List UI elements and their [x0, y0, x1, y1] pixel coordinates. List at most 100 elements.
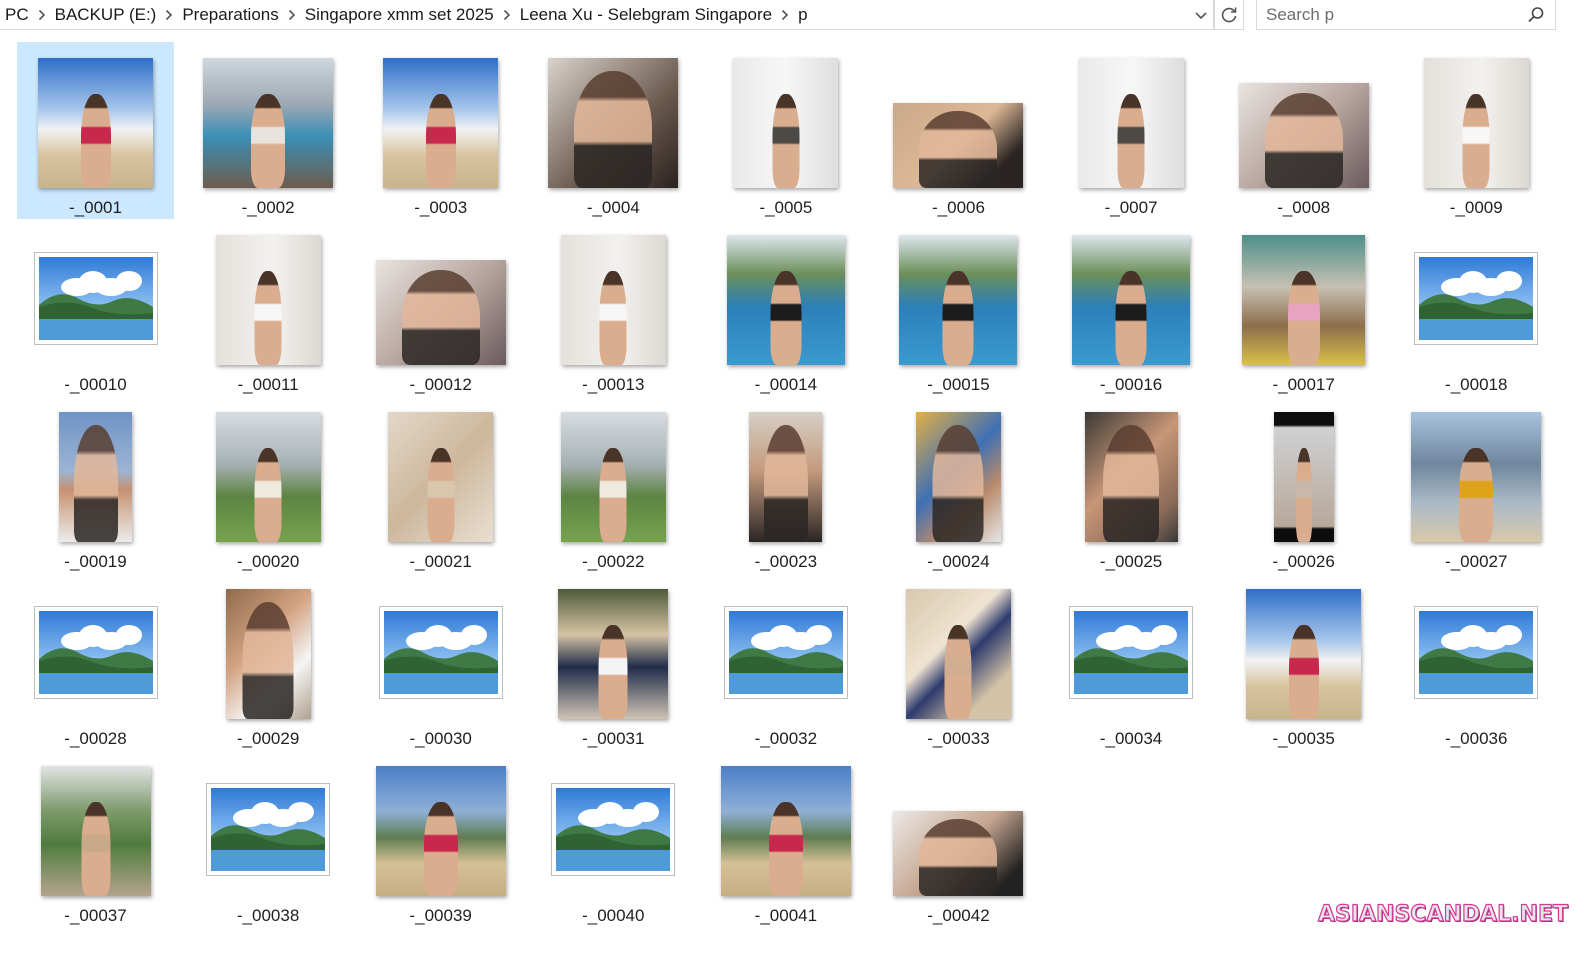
search-icon[interactable] [1527, 6, 1545, 24]
file-item[interactable]: -_00024 [880, 396, 1037, 573]
file-item[interactable]: -_00031 [535, 573, 692, 750]
file-name-label[interactable]: -_0006 [880, 198, 1037, 218]
file-item[interactable]: -_00021 [362, 396, 519, 573]
file-item[interactable]: -_0006 [880, 42, 1037, 219]
file-name-label[interactable]: -_00034 [1053, 729, 1210, 749]
file-item[interactable]: -_00041 [707, 750, 864, 927]
file-item[interactable]: -_00016 [1053, 219, 1210, 396]
file-name-label[interactable]: -_00040 [535, 906, 692, 926]
file-name-label[interactable]: -_0004 [535, 198, 692, 218]
address-bar[interactable]: PC BACKUP (E:) Preparations Singapore xmm s… [0, 0, 1214, 30]
file-name-label[interactable]: -_00011 [190, 375, 347, 395]
file-item[interactable]: -_00019 [17, 396, 174, 573]
file-item[interactable]: -_0002 [190, 42, 347, 219]
file-name-label[interactable]: -_00018 [1398, 375, 1555, 395]
file-name-label[interactable]: -_0001 [17, 198, 174, 218]
file-item[interactable]: -_00034 [1053, 573, 1210, 750]
breadcrumb-item[interactable]: p [790, 5, 815, 25]
file-item[interactable]: -_00018 [1398, 219, 1555, 396]
file-name-label[interactable]: -_00016 [1053, 375, 1210, 395]
file-name-label[interactable]: -_00013 [535, 375, 692, 395]
file-item[interactable]: -_00011 [190, 219, 347, 396]
file-name-label[interactable]: -_00024 [880, 552, 1037, 572]
chevron-right-icon[interactable] [287, 8, 297, 22]
file-item[interactable]: -_0005 [707, 42, 864, 219]
file-item[interactable]: -_0001 [17, 42, 174, 219]
file-name-label[interactable]: -_00015 [880, 375, 1037, 395]
file-name-label[interactable]: -_00030 [362, 729, 519, 749]
file-name-label[interactable]: -_00012 [362, 375, 519, 395]
file-item[interactable]: -_00025 [1053, 396, 1210, 573]
file-name-label[interactable]: -_00014 [707, 375, 864, 395]
file-name-label[interactable]: -_00029 [190, 729, 347, 749]
file-name-label[interactable]: -_00025 [1053, 552, 1210, 572]
breadcrumb-item[interactable]: Singapore xmm set 2025 [297, 5, 502, 25]
file-name-label[interactable]: -_00019 [17, 552, 174, 572]
file-name-label[interactable]: -_00039 [362, 906, 519, 926]
refresh-button[interactable] [1214, 0, 1244, 30]
file-item[interactable]: -_00023 [707, 396, 864, 573]
file-name-label[interactable]: -_00033 [880, 729, 1037, 749]
search-box[interactable] [1256, 0, 1556, 30]
file-name-label[interactable]: -_00037 [17, 906, 174, 926]
file-name-label[interactable]: -_00038 [190, 906, 347, 926]
file-name-label[interactable]: -_00036 [1398, 729, 1555, 749]
file-item[interactable]: -_00026 [1225, 396, 1382, 573]
file-name-label[interactable]: -_00032 [707, 729, 864, 749]
file-name-label[interactable]: -_00031 [535, 729, 692, 749]
file-item[interactable]: -_00036 [1398, 573, 1555, 750]
file-item[interactable]: -_00032 [707, 573, 864, 750]
chevron-down-icon[interactable] [1193, 7, 1209, 23]
file-item[interactable]: -_0008 [1225, 42, 1382, 219]
file-item[interactable]: -_00037 [17, 750, 174, 927]
chevron-right-icon[interactable] [502, 8, 512, 22]
file-name-label[interactable]: -_00020 [190, 552, 347, 572]
file-name-label[interactable]: -_0003 [362, 198, 519, 218]
file-item[interactable]: -_00027 [1398, 396, 1555, 573]
file-item[interactable]: -_00015 [880, 219, 1037, 396]
chevron-right-icon[interactable] [780, 8, 790, 22]
file-item[interactable]: -_00028 [17, 573, 174, 750]
file-item[interactable]: -_0003 [362, 42, 519, 219]
file-name-label[interactable]: -_0008 [1225, 198, 1382, 218]
file-item[interactable]: -_0004 [535, 42, 692, 219]
file-name-label[interactable]: -_00027 [1398, 552, 1555, 572]
file-item[interactable]: -_00035 [1225, 573, 1382, 750]
search-input[interactable] [1257, 3, 1518, 26]
file-name-label[interactable]: -_00023 [707, 552, 864, 572]
file-item[interactable]: -_00014 [707, 219, 864, 396]
file-item[interactable]: -_0007 [1053, 42, 1210, 219]
file-name-label[interactable]: -_0005 [707, 198, 864, 218]
file-name-label[interactable]: -_00010 [17, 375, 174, 395]
chevron-right-icon[interactable] [37, 8, 47, 22]
file-name-label[interactable]: -_0002 [190, 198, 347, 218]
chevron-right-icon[interactable] [164, 8, 174, 22]
file-item[interactable]: -_00012 [362, 219, 519, 396]
file-item[interactable]: -_00033 [880, 573, 1037, 750]
file-name-label[interactable]: -_00028 [17, 729, 174, 749]
file-item[interactable]: -_00038 [190, 750, 347, 927]
file-item[interactable]: -_0009 [1398, 42, 1555, 219]
file-name-label[interactable]: -_00035 [1225, 729, 1382, 749]
file-item[interactable]: -_00029 [190, 573, 347, 750]
file-name-label[interactable]: -_0009 [1398, 198, 1555, 218]
file-name-label[interactable]: -_00021 [362, 552, 519, 572]
breadcrumb-item[interactable]: Leena Xu - Selebgram Singapore [512, 5, 780, 25]
file-name-label[interactable]: -_00041 [707, 906, 864, 926]
file-item[interactable]: -_00042 [880, 750, 1037, 927]
file-item[interactable]: -_00013 [535, 219, 692, 396]
breadcrumb-item[interactable]: PC [0, 5, 37, 25]
file-item[interactable]: -_00030 [362, 573, 519, 750]
file-item[interactable]: -_00017 [1225, 219, 1382, 396]
breadcrumb-item[interactable]: BACKUP (E:) [47, 5, 165, 25]
file-name-label[interactable]: -_00042 [880, 906, 1037, 926]
file-name-label[interactable]: -_00022 [535, 552, 692, 572]
file-item[interactable]: -_00010 [17, 219, 174, 396]
file-item[interactable]: -_00020 [190, 396, 347, 573]
file-name-label[interactable]: -_0007 [1053, 198, 1210, 218]
file-name-label[interactable]: -_00026 [1225, 552, 1382, 572]
file-item[interactable]: -_00040 [535, 750, 692, 927]
file-item[interactable]: -_00022 [535, 396, 692, 573]
file-name-label[interactable]: -_00017 [1225, 375, 1382, 395]
breadcrumb-item[interactable]: Preparations [174, 5, 286, 25]
